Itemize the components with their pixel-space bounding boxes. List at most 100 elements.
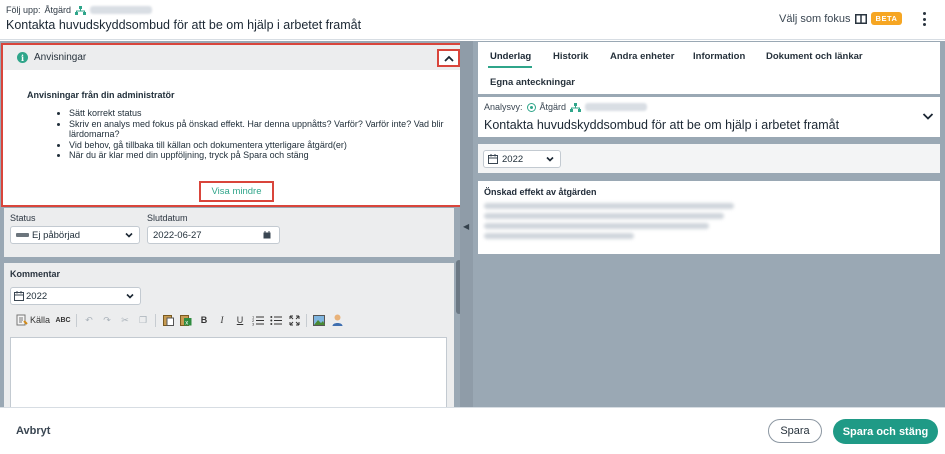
instructions-header[interactable]: i Anvisningar [3,45,460,70]
undo-icon[interactable]: ↶ [83,314,95,326]
right-panel: Underlag Historik Andra enheter Informat… [473,41,945,407]
instruction-item: Vid behov, gå tillbaka till källan och d… [69,140,447,151]
analysis-meta: Analysvy: Åtgärd [484,102,648,112]
chevron-down-icon[interactable] [922,111,934,121]
image-icon[interactable] [313,314,326,326]
paste-icon[interactable] [162,314,174,326]
status-card: Status Ej påbörjad Slutdatum 2022-06-27 [4,208,454,257]
redacted-unit [585,103,648,111]
beta-badge: BETA [870,12,903,25]
tab-bar: Underlag Historik Andra enheter Informat… [478,42,940,94]
analysis-type: Åtgärd [539,102,567,112]
instructions-card: i Anvisningar Anvisningar från din admin… [1,43,460,207]
instructions-title: Anvisningar [34,52,87,63]
instructions-list: Sätt korrekt status Skriv en analys med … [27,108,447,161]
tab-andra-enheter[interactable]: Andra enheter [610,51,674,62]
redacted-text [484,233,634,239]
comment-year-value: 2022 [26,290,48,302]
year-filter-value: 2022 [502,153,524,165]
bold-icon[interactable]: B [198,314,210,326]
follow-type: Åtgärd [44,5,72,15]
layout-icon [854,13,867,24]
instructions-subtitle: Anvisningar från din administratör [27,90,175,100]
desired-effect-heading: Önskad effekt av åtgärden [484,187,597,197]
status-label: Status [10,213,36,223]
year-filter-select[interactable]: 2022 [483,150,561,168]
instruction-item: Skriv en analys med fokus på önskad effe… [69,119,447,140]
select-focus-button[interactable]: Välj som fokus BETA [779,12,903,25]
collapse-left-icon[interactable]: ◀ [463,222,469,231]
follow-up-line: Följ upp: Åtgärd [6,5,153,15]
more-options-icon[interactable] [918,11,930,27]
calendar-icon [14,291,24,301]
paste-excel-icon[interactable]: x [180,314,192,326]
redacted-text [484,203,734,209]
desired-effect-card: Önskad effekt av åtgärden [478,181,940,254]
show-less-link[interactable]: Visa mindre [199,181,274,202]
end-date-input[interactable]: 2022-06-27 [147,226,280,244]
instruction-item: När du är klar med din uppföljning, tryc… [69,150,447,161]
active-tab-indicator [488,66,532,68]
tab-egna-anteckningar[interactable]: Egna anteckningar [490,77,575,88]
instructions-body: Anvisningar från din administratör Sätt … [3,70,460,161]
source-label: Källa [30,315,51,325]
source-icon [16,314,28,326]
redacted-text [484,213,724,219]
save-and-close-button[interactable]: Spara och stäng [833,419,938,444]
analysis-label: Analysvy: [484,102,523,112]
user-icon[interactable] [331,314,343,326]
tab-underlag[interactable]: Underlag [490,51,531,62]
org-icon [75,5,87,15]
svg-text:x: x [185,320,188,326]
status-dash-icon [16,233,29,237]
italic-icon[interactable]: I [216,314,228,326]
panel-splitter[interactable]: ◀ [460,41,473,407]
tab-information[interactable]: Information [693,51,745,62]
underline-icon[interactable]: U [234,314,246,326]
chevron-up-icon [443,55,454,62]
toolbar-separator [76,313,78,327]
focus-label: Välj som fokus [779,12,851,25]
maximize-icon[interactable] [288,314,300,326]
chevron-down-icon [125,232,133,238]
collapse-button[interactable] [437,49,460,67]
status-select[interactable]: Ej påbörjad [10,226,140,244]
cut-icon[interactable]: ✂ [119,314,131,326]
spellcheck-icon[interactable]: ABC [55,314,70,326]
calendar-icon[interactable] [263,231,271,239]
analysis-view-selector[interactable]: Analysvy: Åtgärd Kontakta huvudskyddsomb… [478,97,940,137]
chevron-down-icon [546,156,554,162]
follow-label: Följ upp: [6,5,41,15]
bullet-list-icon[interactable] [270,314,283,326]
footer: Avbryt Spara Spara och stäng [0,407,945,454]
comment-editor[interactable] [10,337,447,407]
comment-card: Kommentar 2022 Källa ABC ↶ ↷ ✂ ❐ x B I U… [4,263,454,407]
svg-text:3: 3 [252,321,255,326]
left-panel: i Anvisningar Anvisningar från din admin… [0,41,460,407]
target-icon [526,102,536,112]
calendar-icon [488,154,498,164]
tab-dokument[interactable]: Dokument och länkar [766,51,863,62]
chevron-down-icon [126,293,134,299]
comment-label: Kommentar [10,269,61,279]
source-button[interactable]: Källa [16,314,50,326]
tab-historik[interactable]: Historik [553,51,588,62]
toolbar-separator [306,313,308,327]
info-icon: i [17,52,28,63]
comment-year-select[interactable]: 2022 [10,287,141,305]
header: Följ upp: Åtgärd Kontakta huvudskyddsomb… [0,0,945,40]
copy-icon[interactable]: ❐ [137,314,149,326]
redacted-text [484,223,709,229]
redo-icon[interactable]: ↷ [101,314,113,326]
numbered-list-icon[interactable]: 123 [252,314,265,326]
toolbar-separator [155,313,157,327]
status-value: Ej påbörjad [32,229,81,241]
page-title: Kontakta huvudskyddsombud för att be om … [6,18,362,32]
end-date-label: Slutdatum [147,213,188,223]
org-icon [570,102,582,112]
save-button[interactable]: Spara [768,419,822,443]
redacted-unit [90,6,153,14]
analysis-title: Kontakta huvudskyddsombud för att be om … [484,118,840,132]
cancel-button[interactable]: Avbryt [16,425,50,437]
year-filter-card: 2022 [478,144,940,173]
